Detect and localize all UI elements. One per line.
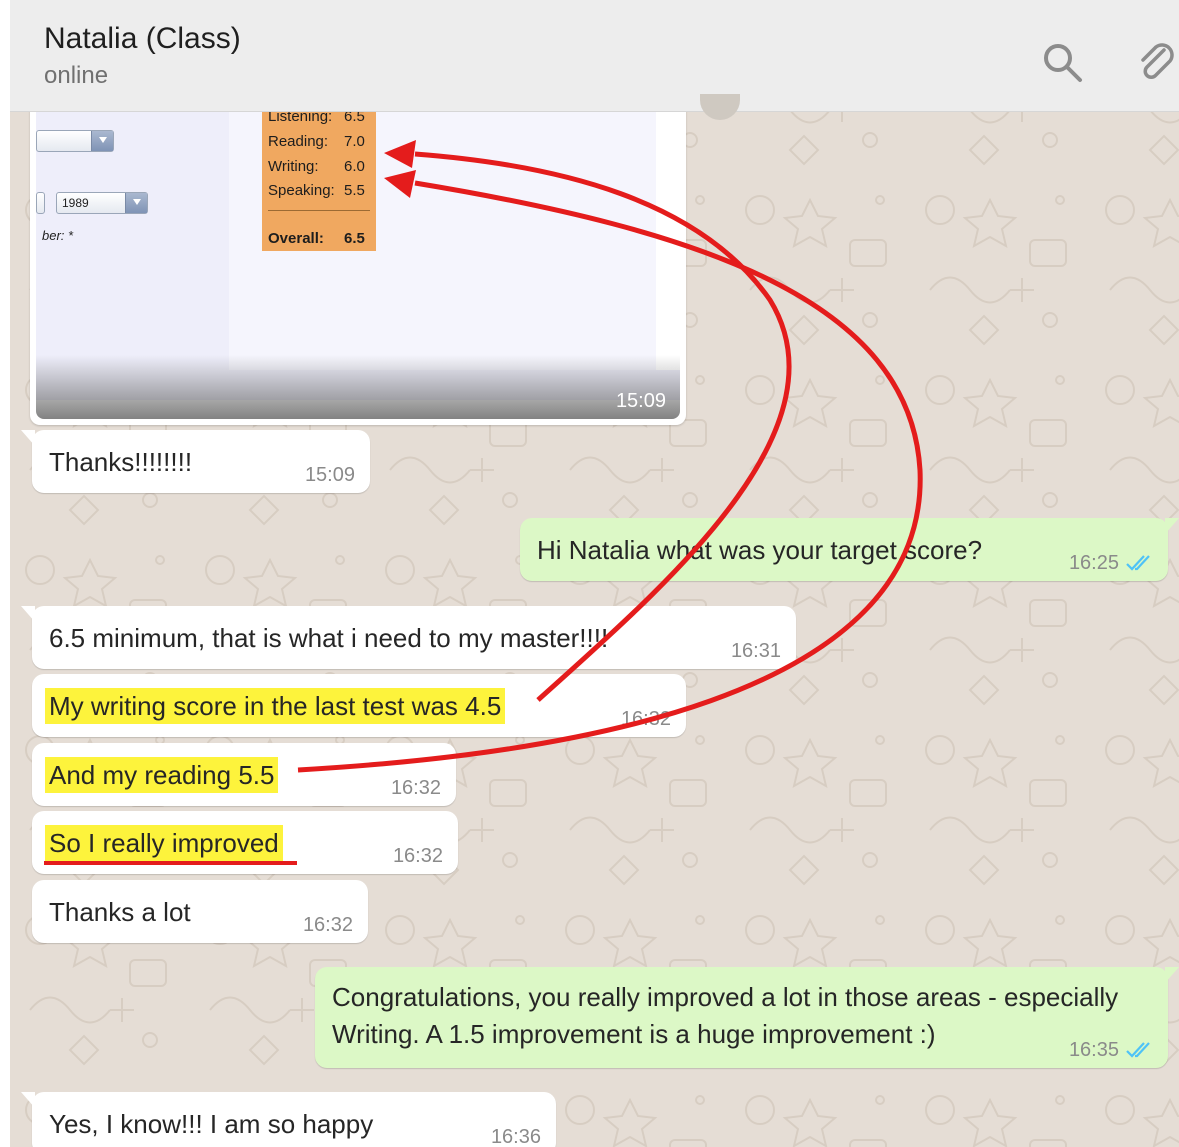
message-time: 16:35 [1069, 1039, 1153, 1062]
message-text: Thanks a lot [49, 897, 191, 927]
message-text: My writing score in the last test was 4.… [45, 688, 506, 724]
report-panel-edge [656, 100, 680, 370]
message-outgoing[interactable]: Hi Natalia what was your target score? 1… [520, 518, 1179, 581]
year-dropdown: 1989 [56, 192, 148, 214]
paperclip-icon[interactable] [1134, 40, 1178, 84]
message-incoming[interactable]: And my reading 5.5 16:32 [32, 743, 456, 806]
message-incoming[interactable]: 6.5 minimum, that is what i need to my m… [21, 606, 796, 669]
image-message[interactable]: 1989 ber: * Listening: 6.5 Reading: 7.0 Wr… [30, 100, 686, 425]
highlighted-text: My writing score in the last test was 4.… [45, 688, 506, 724]
message-outgoing[interactable]: Congratulations, you really improved a l… [315, 967, 1179, 1068]
message-incoming[interactable]: Thanks!!!!!!!! 15:09 [21, 430, 370, 493]
message-text: 6.5 minimum, that is what i need to my m… [49, 623, 609, 653]
message-incoming[interactable]: Thanks a lot 16:32 [32, 880, 368, 943]
search-icon[interactable] [1040, 40, 1084, 84]
highlighted-text: So I really improved [45, 825, 283, 861]
message-incoming[interactable]: So I really improved 16:32 [32, 811, 458, 874]
message-time: 15:09 [615, 390, 666, 412]
message-time: 16:36 [490, 1126, 541, 1147]
message-time: 15:09 [304, 464, 355, 486]
message-time: 16:25 [1069, 552, 1153, 575]
score-row-writing: Writing: 6.0 [268, 158, 365, 175]
chat-header: Natalia (Class) online [10, 0, 1179, 112]
message-text: Congratulations, you really improved a l… [332, 982, 1119, 1049]
dropdown-partial [36, 130, 114, 152]
red-underline-annotation [44, 861, 297, 865]
message-time: 16:32 [390, 777, 441, 799]
score-row-overall: Overall: 6.5 [268, 230, 365, 247]
score-row-reading: Reading: 7.0 [268, 133, 365, 150]
message-time: 16:32 [620, 708, 671, 730]
score-divider [268, 210, 370, 211]
message-time: 16:32 [392, 845, 443, 867]
message-text: And my reading 5.5 [45, 757, 279, 793]
score-row-speaking: Speaking: 5.5 [268, 182, 365, 199]
contact-name[interactable]: Natalia (Class) [44, 22, 241, 56]
score-box: Listening: 6.5 Reading: 7.0 Writing: 6.0 Sp… [262, 100, 376, 251]
highlighted-text: And my reading 5.5 [45, 757, 279, 793]
message-incoming[interactable]: Yes, I know!!! I am so happy 16:36 [21, 1092, 556, 1147]
message-text: Hi Natalia what was your target score? [537, 535, 983, 565]
avatar [700, 94, 740, 120]
message-text: So I really improved [45, 825, 283, 861]
year-value: 1989 [62, 196, 89, 210]
field-label: ber: * [42, 228, 74, 243]
image-footer-gradient [36, 355, 680, 419]
message-time: 16:32 [302, 914, 353, 936]
chat-window: Natalia (Class) online 1989 ber: * Liste… [10, 0, 1179, 1147]
contact-status: online [44, 62, 109, 89]
message-text: Thanks!!!!!!!! [49, 447, 193, 477]
message-incoming[interactable]: My writing score in the last test was 4.… [32, 674, 686, 737]
dropdown-partial-small [36, 192, 45, 214]
message-time: 16:31 [730, 640, 781, 662]
message-text: Yes, I know!!! I am so happy [49, 1109, 374, 1139]
double-check-icon [1126, 1042, 1150, 1058]
double-check-icon [1126, 555, 1150, 571]
